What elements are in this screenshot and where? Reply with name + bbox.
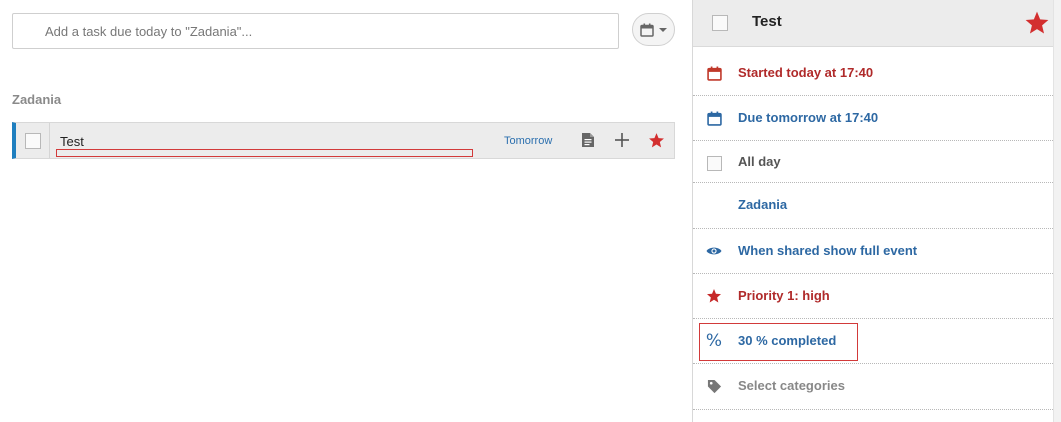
star-icon[interactable] — [647, 131, 665, 149]
start-date-row[interactable]: Started today at 17:40 — [693, 51, 1053, 96]
task-title[interactable]: Test — [60, 134, 84, 149]
calendar-icon — [640, 23, 654, 37]
details-complete-checkbox[interactable] — [712, 15, 728, 31]
task-checkbox[interactable] — [24, 132, 41, 149]
details-scrollbar[interactable] — [1053, 0, 1061, 422]
add-task-input[interactable] — [12, 13, 619, 49]
all-day-label: All day — [738, 154, 781, 169]
task-details-pane: Test Started today at 17:40 Due tomorrow — [692, 0, 1061, 422]
details-header: Test — [693, 0, 1061, 47]
task-check-cell — [16, 123, 50, 158]
progress-row[interactable]: % 30 % completed — [693, 319, 1053, 364]
progress-label: 30 % completed — [738, 333, 837, 348]
priority-row[interactable]: Priority 1: high — [693, 274, 1053, 319]
chevron-down-icon — [659, 27, 667, 32]
categories-row[interactable]: Select categories — [693, 364, 1053, 410]
priority-label: Priority 1: high — [738, 288, 830, 303]
tag-icon — [705, 377, 723, 395]
note-icon[interactable] — [579, 131, 597, 149]
list-row[interactable]: Zadania — [693, 183, 1053, 229]
star-icon[interactable] — [1024, 10, 1050, 36]
task-row[interactable]: Test Tomorrow — [12, 122, 675, 159]
star-icon — [705, 287, 723, 305]
percent-icon: % — [705, 331, 723, 351]
calendar-icon — [705, 109, 723, 127]
task-due-date[interactable]: Tomorrow — [504, 135, 552, 147]
start-date-label: Started today at 17:40 — [738, 65, 874, 80]
details-title[interactable]: Test — [752, 13, 782, 30]
sharing-row[interactable]: When shared show full event — [693, 229, 1053, 274]
due-date-dropdown[interactable] — [632, 13, 675, 46]
all-day-row[interactable]: All day — [693, 141, 1053, 183]
due-date-row[interactable]: Due tomorrow at 17:40 — [693, 96, 1053, 141]
task-list-pane: Zadania Test Tomorrow — [0, 0, 692, 422]
list-name-label[interactable]: Zadania — [738, 197, 787, 212]
sharing-label: When shared show full event — [738, 243, 918, 258]
add-subtask-icon[interactable] — [613, 131, 631, 149]
due-date-label: Due tomorrow at 17:40 — [738, 110, 879, 125]
list-title: Zadania — [12, 92, 62, 107]
all-day-checkbox[interactable] — [706, 155, 722, 171]
all-day-checkbox-cell — [705, 154, 723, 172]
eye-icon — [705, 242, 723, 260]
categories-label[interactable]: Select categories — [738, 378, 845, 393]
calendar-icon — [705, 64, 723, 82]
task-inline-edit-field[interactable] — [56, 149, 473, 157]
